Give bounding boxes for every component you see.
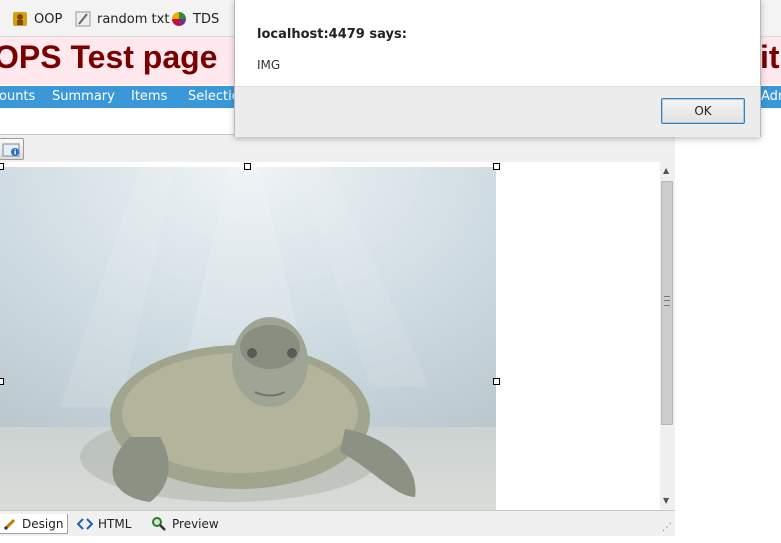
dialog-title: localhost:4479 says: xyxy=(257,27,407,42)
dialog-message: IMG xyxy=(257,58,281,72)
info-icon xyxy=(2,143,20,157)
bookmark-tds[interactable]: TDS xyxy=(171,11,219,27)
bookmark-oop[interactable]: OOP xyxy=(12,11,62,27)
scrollbar-thumb[interactable] xyxy=(661,181,673,425)
tab-preview[interactable]: Preview xyxy=(147,514,223,534)
oop-favicon-icon xyxy=(13,12,27,26)
turtle-photo-graphic xyxy=(0,167,496,510)
scrollbar-grip-icon xyxy=(664,296,670,306)
page-title-fragment: it xyxy=(760,39,780,75)
image-properties-button[interactable] xyxy=(0,138,24,160)
nav-item-accounts[interactable]: ounts xyxy=(0,89,35,104)
nav-item-items[interactable]: Items xyxy=(131,89,167,104)
pencil-icon xyxy=(3,518,16,530)
editor-content[interactable] xyxy=(0,162,660,510)
editor-toolbar xyxy=(0,134,675,163)
resize-grip-icon[interactable]: ⋰ xyxy=(662,522,672,533)
tds-favicon-icon xyxy=(172,12,186,26)
dialog-footer: OK xyxy=(235,86,760,137)
resize-handle[interactable] xyxy=(493,163,500,170)
nav-item-selection[interactable]: Selectio xyxy=(188,89,240,104)
resize-handle[interactable] xyxy=(0,378,4,385)
magnifier-icon xyxy=(152,517,166,531)
editor-mode-bar: Design HTML Preview ⋰ xyxy=(0,510,675,536)
ok-button[interactable]: OK xyxy=(661,98,745,124)
pencil-icon xyxy=(75,11,91,27)
tab-design[interactable]: Design xyxy=(0,514,69,534)
tab-label: HTML xyxy=(98,517,132,531)
alert-dialog: localhost:4479 says: IMG OK xyxy=(234,0,761,137)
bookmark-label: TDS xyxy=(193,11,220,27)
code-brackets-icon xyxy=(77,518,93,530)
tab-html[interactable]: HTML xyxy=(73,514,135,534)
scroll-up-arrow-icon[interactable]: ▲ xyxy=(663,166,669,175)
bookmark-label: random txt xyxy=(97,11,170,27)
nav-item-admin[interactable]: Adr xyxy=(761,89,781,104)
tab-label: Preview xyxy=(172,517,219,531)
turtle-image[interactable] xyxy=(0,167,496,510)
page-title: OPS Test page xyxy=(0,39,218,75)
scroll-down-arrow-icon[interactable]: ▼ xyxy=(663,496,669,505)
nav-item-summary[interactable]: Summary xyxy=(52,89,115,104)
resize-handle[interactable] xyxy=(244,163,251,170)
tab-label: Design xyxy=(22,516,64,531)
resize-handle[interactable] xyxy=(493,378,500,385)
vertical-scrollbar[interactable]: ▲ ▼ xyxy=(660,162,675,510)
bookmark-random-txt[interactable]: random txt xyxy=(75,11,169,27)
bookmark-label: OOP xyxy=(34,11,63,27)
resize-handle[interactable] xyxy=(0,163,4,170)
